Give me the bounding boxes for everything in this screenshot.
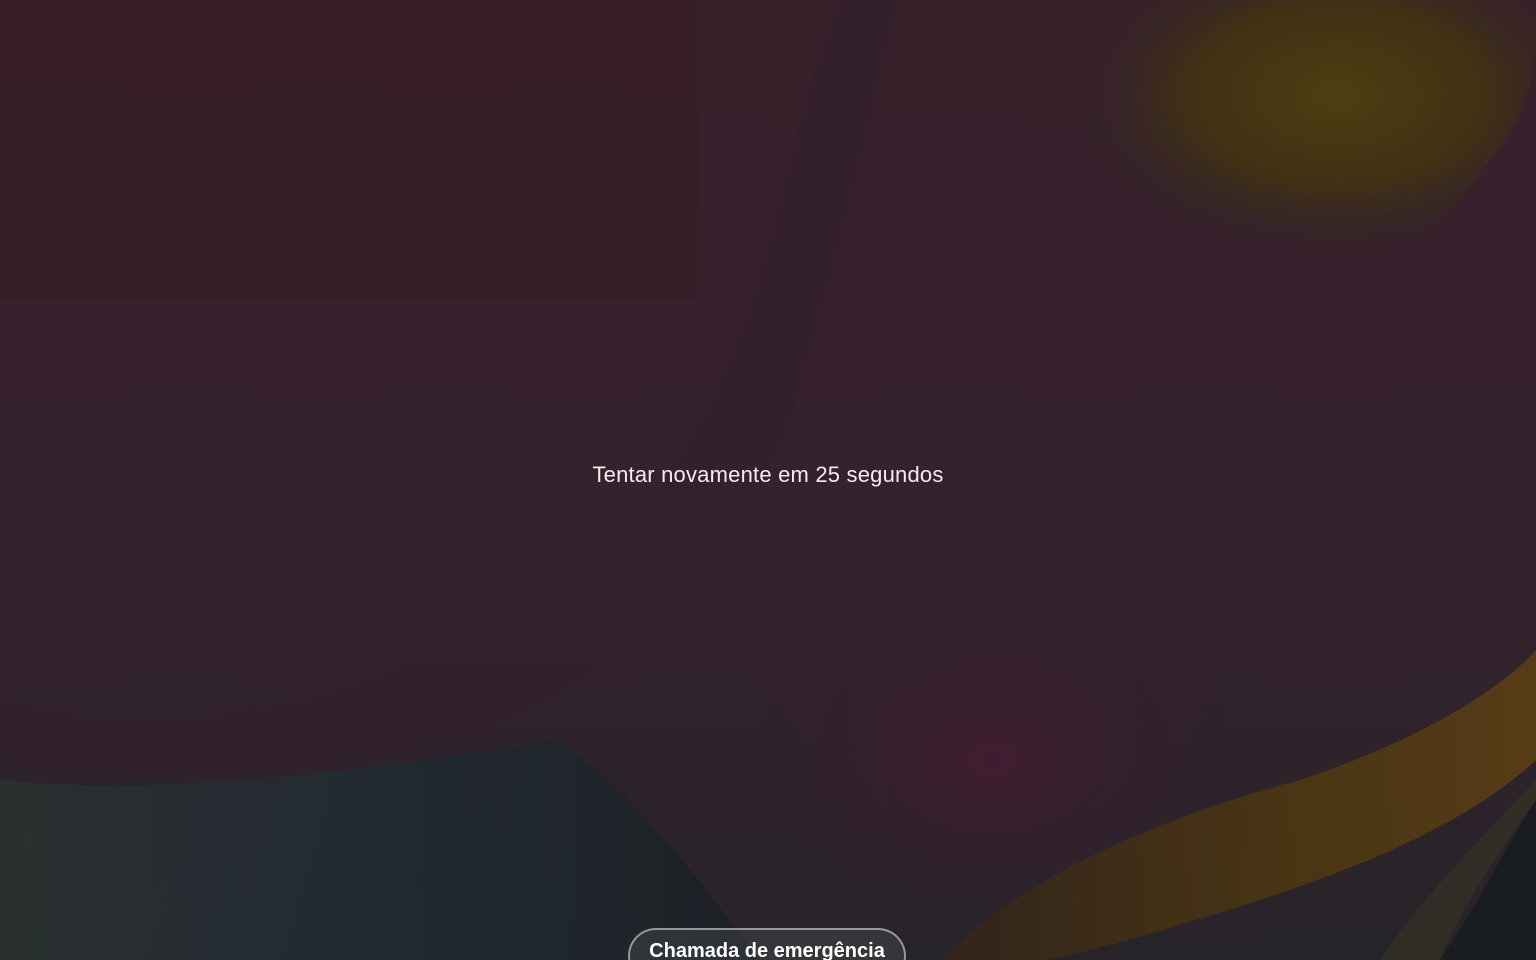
lock-screen: Tentar novamente em 25 segundos Chamada …	[0, 0, 1536, 960]
lockout-countdown-message: Tentar novamente em 25 segundos	[592, 462, 944, 487]
emergency-call-button[interactable]: Chamada de emergência	[628, 928, 906, 960]
